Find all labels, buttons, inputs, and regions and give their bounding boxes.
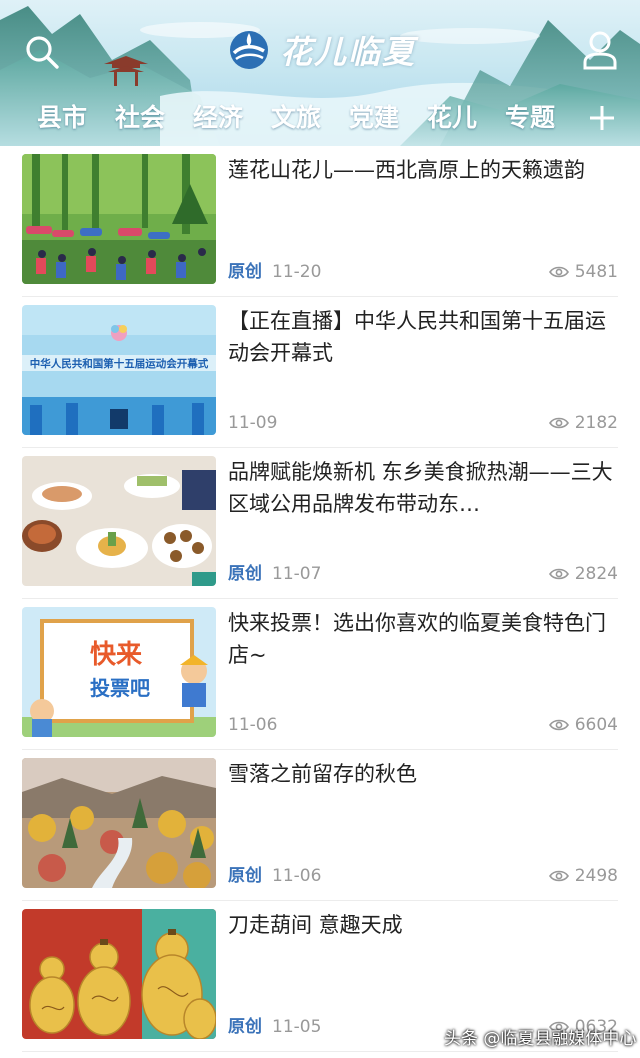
tab-society[interactable]: 社会 (102, 98, 178, 138)
news-list-item[interactable]: 雪落之前留存的秋色 原创 11-06 2498 (0, 750, 640, 901)
autumn-valley-image (22, 758, 216, 888)
news-list-item[interactable]: 中华人民共和国第十五届运动会开幕式 【正在直播】中华人民共和国第十五届运动会开幕… (0, 297, 640, 448)
games-banner-text: 中华人民共和国第十五届运动会开幕式 (30, 357, 209, 370)
view-count: 2498 (548, 864, 618, 888)
tab-county[interactable]: 县市 (24, 98, 100, 138)
news-list-item[interactable]: 品牌赋能焕新机 东乡美食掀热潮——三大区域公用品牌发布带动东… 原创 11-07… (0, 448, 640, 599)
news-title[interactable]: 雪落之前留存的秋色 (228, 758, 620, 790)
tab-economy[interactable]: 经济 (180, 98, 256, 138)
original-tag: 原创 (228, 262, 262, 282)
publish-date: 11-06 (228, 715, 278, 735)
vote-poster-title: 快来 (90, 640, 143, 670)
tab-culture-tourism[interactable]: 文旅 (258, 98, 334, 138)
food-table-image (22, 456, 216, 586)
news-meta: 11-06 (228, 713, 277, 737)
view-count: 5481 (548, 260, 618, 284)
news-meta: 原创 11-20 (228, 260, 321, 284)
eye-icon (548, 719, 569, 731)
original-tag: 原创 (228, 564, 262, 584)
news-list-item[interactable]: 快来 投票吧 快来投票！选出你喜欢的临夏美食特色门店~ 11-06 6604 (0, 599, 640, 750)
tab-party-building[interactable]: 党建 (336, 98, 412, 138)
news-title[interactable]: 刀走葫间 意趣天成 (228, 909, 620, 941)
eye-icon (548, 417, 569, 429)
publish-date: 11-06 (272, 866, 322, 886)
games-opening-banner-image: 中华人民共和国第十五届运动会开幕式 (22, 305, 216, 435)
eye-icon (548, 266, 569, 278)
publish-date: 11-20 (272, 262, 322, 282)
tab-hua-er[interactable]: 花儿 (414, 98, 490, 138)
tab-special-topics[interactable]: 专题 (492, 98, 568, 138)
festival-crowd-image (22, 154, 216, 284)
news-title[interactable]: 莲花山花儿——西北高原上的天籁遗韵 (228, 154, 620, 186)
view-count-number: 2498 (574, 866, 618, 886)
view-count-number: 5481 (574, 262, 618, 282)
search-icon[interactable] (22, 32, 62, 72)
publish-date: 11-05 (272, 1017, 322, 1037)
original-tag: 原创 (228, 1017, 262, 1037)
view-count: 2824 (548, 562, 618, 586)
news-meta: 11-09 (228, 411, 277, 435)
view-count: 6604 (548, 713, 618, 737)
view-count: 2182 (548, 411, 618, 435)
app-logo: 花儿临夏 (228, 28, 416, 72)
user-profile-icon[interactable] (582, 30, 618, 70)
news-title[interactable]: 品牌赋能焕新机 东乡美食掀热潮——三大区域公用品牌发布带动东… (228, 456, 620, 520)
vote-poster-image: 快来 投票吧 (22, 607, 216, 737)
news-meta: 原创 11-06 (228, 864, 321, 888)
news-title[interactable]: 【正在直播】中华人民共和国第十五届运动会开幕式 (228, 305, 620, 369)
news-list: 莲花山花儿——西北高原上的天籁遗韵 原创 11-20 5481 中华人民共和国第… (0, 146, 640, 1052)
eye-icon (548, 568, 569, 580)
view-count-number: 6604 (574, 715, 618, 735)
vote-poster-subtitle: 投票吧 (90, 676, 150, 700)
publish-date: 11-07 (272, 564, 322, 584)
news-meta: 原创 11-05 (228, 1015, 321, 1039)
carved-gourds-image (22, 909, 216, 1039)
eye-icon (548, 870, 569, 882)
publish-date: 11-09 (228, 413, 278, 433)
add-channel-plus-icon[interactable] (588, 102, 616, 134)
category-tabs: 县市 社会 经济 文旅 党建 花儿 专题 (24, 98, 584, 138)
news-meta: 原创 11-07 (228, 562, 321, 586)
logo-text: 花儿临夏 (280, 33, 417, 71)
news-list-item[interactable]: 莲花山花儿——西北高原上的天籁遗韵 原创 11-20 5481 (0, 146, 640, 297)
watermark: 头条 @临夏县融媒体中心 (444, 1029, 637, 1049)
app-header: 花儿临夏 县市 社会 经济 文旅 党建 花儿 专题 (0, 0, 640, 146)
view-count-number: 2182 (574, 413, 618, 433)
view-count-number: 2824 (574, 564, 618, 584)
news-title[interactable]: 快来投票！选出你喜欢的临夏美食特色门店~ (228, 607, 620, 671)
original-tag: 原创 (228, 866, 262, 886)
logo-emblem-icon (230, 31, 268, 69)
